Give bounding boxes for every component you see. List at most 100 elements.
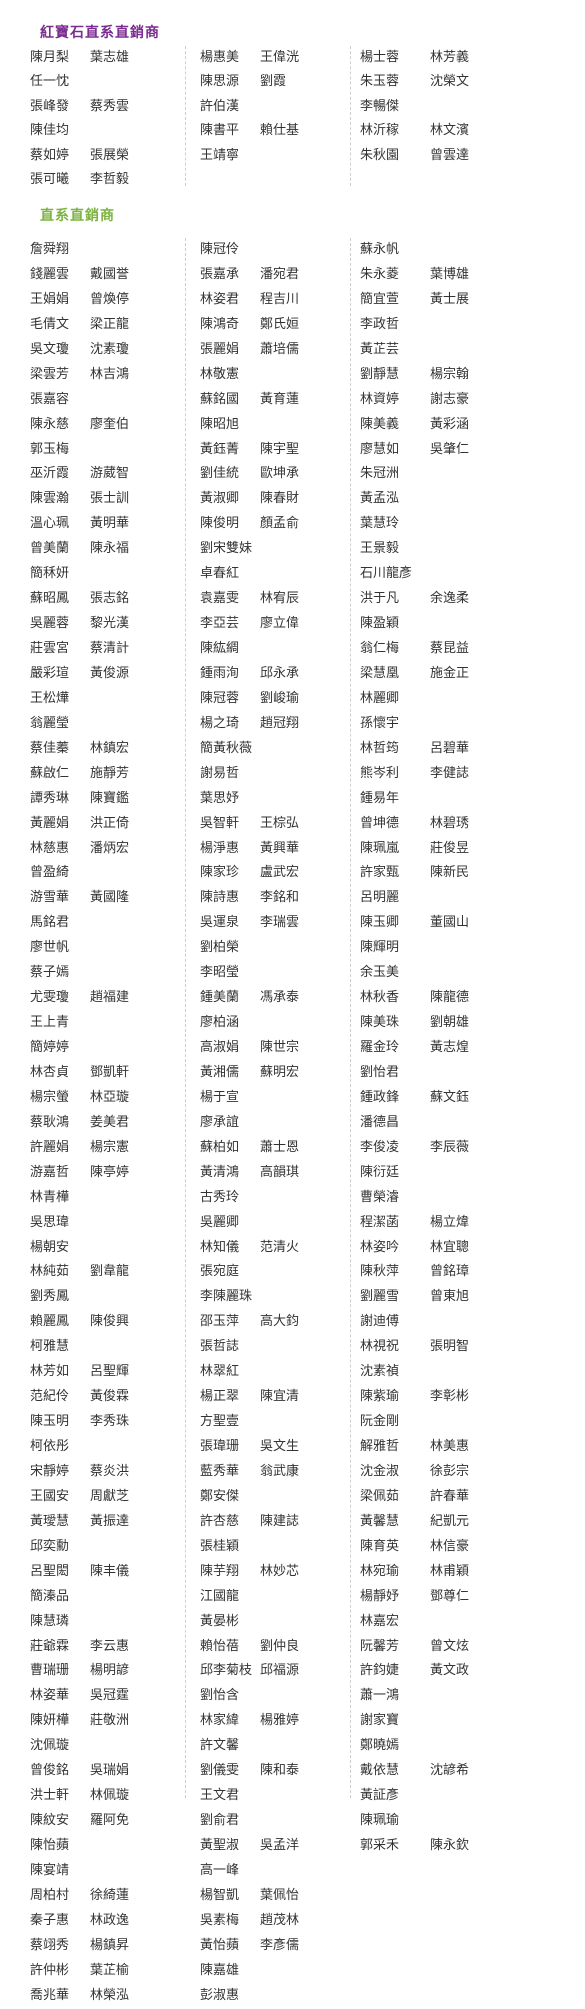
name-row: 羅金玲 黃志煌: [360, 1036, 550, 1061]
person-name: 黃志煌: [430, 1040, 470, 1055]
person-name: 林敬憲: [200, 366, 240, 382]
name-row: 劉宋雙妹: [200, 537, 360, 562]
person-name: 李瑞雲: [260, 915, 300, 931]
name-row: 賴麗鳳 陳俊興: [30, 1310, 200, 1335]
person-name: 呂聖輝: [90, 1364, 130, 1380]
name-row: 袁嘉雯 林宥辰: [200, 587, 360, 612]
person-name: 巫沂霞: [30, 466, 70, 482]
name-row: 石川龍彥: [360, 562, 550, 587]
name-row: 郭玉梅: [30, 438, 200, 463]
person-name: 陳和泰: [260, 1763, 300, 1779]
person-name: 吳智軒: [200, 815, 240, 831]
person-name: 沈諺希: [430, 1763, 470, 1779]
person-name: 林芳如: [30, 1364, 70, 1380]
person-name: 洪正倚: [90, 815, 130, 831]
person-name: 石川龍彥: [360, 566, 413, 582]
person-name: 廖慧如: [360, 441, 400, 457]
person-name: 蘇文鈺: [430, 1089, 470, 1105]
name-row: 王國安 周獻芝: [30, 1485, 200, 1510]
name-row: 鍾政鋒 蘇文鈺: [360, 1086, 550, 1111]
name-row: 葉思妤: [200, 787, 360, 812]
person-name: 許麗娟: [30, 1139, 70, 1155]
name-row: 吳智軒 王棕弘: [200, 812, 360, 837]
name-row: 李昭瑩: [200, 961, 360, 986]
name-row: 阮馨芳 曾文炫: [360, 1635, 550, 1660]
person-name: 許杏慈: [200, 1513, 240, 1529]
person-name: 王偉洸: [260, 50, 300, 65]
person-name: 劉峻瑜: [260, 690, 300, 706]
person-name: 簡黃秋薇: [200, 740, 253, 756]
person-name: 劉韋龍: [90, 1264, 130, 1280]
person-name: 張可曦: [30, 171, 70, 187]
person-name: 鍾美蘭: [200, 990, 240, 1006]
name-row: 林資婷 謝志豪: [360, 388, 550, 413]
name-row: 陳玉卿 董國山: [360, 911, 550, 936]
person-name: 陳龍德: [430, 990, 470, 1006]
person-name: 盧武宏: [260, 865, 300, 881]
person-name: 李政哲: [360, 316, 400, 332]
name-row: 許鈞婕 黃文政: [360, 1659, 550, 1684]
person-name: 陳嘉雄: [200, 1962, 240, 1978]
person-name: 蕭士恩: [260, 1139, 300, 1155]
name-row: 吳麗蓉 黎光漢: [30, 612, 200, 637]
name-row: 吳運泉 李瑞雲: [200, 911, 360, 936]
name-row: 林青樺: [30, 1186, 200, 1211]
name-row: 鍾易年: [360, 787, 550, 812]
name-row: 梁佩茹 許春華: [360, 1485, 550, 1510]
name-row: 巫沂霞 游葳智: [30, 462, 200, 487]
person-name: 鍾政鋒: [360, 1089, 400, 1105]
name-row: 林姿華 吳冠霆: [30, 1684, 200, 1709]
name-row: 黃湘儒 蘇明宏: [200, 1061, 360, 1086]
name-row: 張麗娟 蕭培儒: [200, 338, 360, 363]
name-row: 鍾雨洵 邱永承: [200, 662, 360, 687]
name-row: 戴依慧 沈諺希: [360, 1759, 550, 1784]
person-name: 鄭曉嫣: [360, 1738, 400, 1754]
name-row: 楊朝安: [30, 1236, 200, 1261]
person-name: 郭采禾: [360, 1838, 400, 1853]
person-name: 楊宗螢: [30, 1089, 70, 1105]
person-name: 沈素禎: [360, 1364, 400, 1380]
name-row: 陳鴻奇 鄭氏姮: [200, 313, 360, 338]
person-name: 溫心珮: [30, 516, 70, 532]
name-row: 曾俊銘 吳瑞娟: [30, 1759, 200, 1784]
person-name: 古秀玲: [200, 1189, 240, 1205]
name-row: 熊岑利 李健誌: [360, 762, 550, 787]
name-row: 鄭安傑: [200, 1485, 360, 1510]
person-name: 朱秋園: [360, 147, 400, 163]
name-row: 楊惠美 王偉洸: [200, 46, 360, 70]
person-name: 王文君: [200, 1788, 240, 1804]
person-name: 黃証彥: [360, 1788, 400, 1804]
person-name: 陳紫瑜: [360, 1389, 400, 1405]
name-row: 柯雅慧: [30, 1335, 200, 1360]
name-row: 楊正翠 陳宜清: [200, 1385, 360, 1410]
person-name: 施金正: [430, 665, 470, 681]
person-name: 呂聖閎: [30, 1563, 70, 1579]
name-row: 廖承誼: [200, 1111, 360, 1136]
name-row: 劉麗雪 曾東旭: [360, 1285, 550, 1310]
person-name: 陳鴻奇: [200, 316, 240, 332]
person-name: 曾煥停: [90, 291, 130, 307]
name-row: 許文馨: [200, 1734, 360, 1759]
name-row: 林敬憲: [200, 363, 360, 388]
name-row: 林翠紅: [200, 1360, 360, 1385]
person-name: 陳怡蘋: [30, 1838, 70, 1853]
person-name: 楊士蓉: [360, 50, 400, 65]
person-name: 高淑娟: [200, 1040, 240, 1055]
name-row: 楊之琦 趙冠翔: [200, 712, 360, 737]
name-row: 秦子惠 林政逸: [30, 1909, 200, 1934]
name-row: 楊淨惠 黃興華: [200, 837, 360, 862]
name-row: 廖柏涵: [200, 1011, 360, 1036]
person-name: 楊鎮昇: [90, 1937, 130, 1953]
name-row: 王松燁: [30, 687, 200, 712]
person-name: 張展榮: [90, 147, 130, 163]
name-row: 郭采禾 陳永欽: [360, 1834, 550, 1859]
name-row: 林哲筠 呂碧華: [360, 737, 550, 762]
person-name: 王娟娟: [30, 291, 70, 307]
name-row: 黃晏彬: [200, 1610, 360, 1635]
name-row: 陳思源 劉霞: [200, 70, 360, 94]
name-row: 黃証彥: [360, 1784, 550, 1809]
name-row: 邱李菊枝 邱福源: [200, 1659, 360, 1684]
name-row: 尤雯瓊 趙福建: [30, 986, 200, 1011]
person-name: 黃怡蘋: [200, 1937, 240, 1953]
name-row: 陳紘綢: [200, 637, 360, 662]
